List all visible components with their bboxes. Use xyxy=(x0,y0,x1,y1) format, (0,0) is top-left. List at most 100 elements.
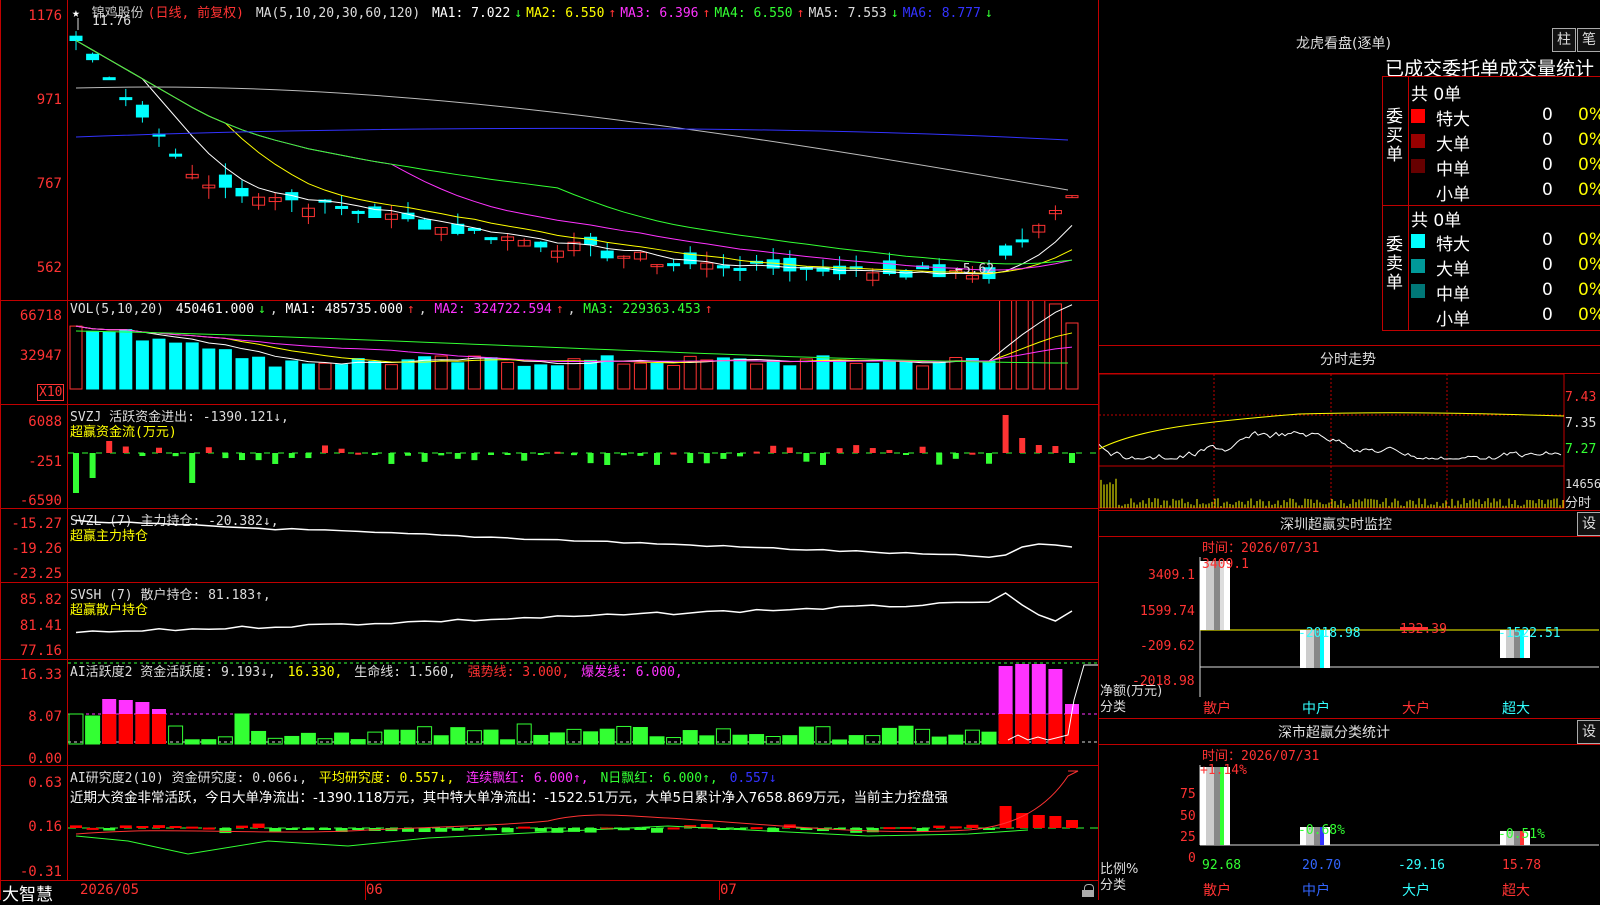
volume-bar xyxy=(783,365,797,390)
brand-logo: 大智慧 xyxy=(2,885,53,905)
buy-swatch-2 xyxy=(1411,134,1425,148)
ma30-line xyxy=(75,40,1073,265)
svzj-bar xyxy=(1035,445,1042,453)
date-tick-1 xyxy=(365,881,366,900)
ai2-bar xyxy=(119,825,132,828)
svzj-bar xyxy=(288,453,295,458)
date-label-1: 2026/05 xyxy=(80,882,140,898)
svzj-bar xyxy=(687,453,694,464)
bar-mode-button[interactable]: 柱 xyxy=(1552,28,1576,52)
monitor-settings-button[interactable]: 设 xyxy=(1577,512,1600,536)
ai2-red-line xyxy=(75,770,1079,835)
intraday-price-2: 7.35 xyxy=(1565,416,1597,431)
candle-body xyxy=(69,35,83,42)
svzl-ytick-1: -15.27 xyxy=(11,516,62,532)
svzj-bar xyxy=(969,452,976,455)
candle-body xyxy=(169,153,183,157)
ai2-bar xyxy=(202,827,215,830)
svzj-bar xyxy=(571,453,577,456)
svsh-ytick-2: 81.41 xyxy=(19,618,62,634)
volume-bar xyxy=(484,357,498,390)
sell-pct-1: 0% xyxy=(1578,230,1600,250)
sell-swatch-1 xyxy=(1411,234,1425,248)
volume-bar xyxy=(899,360,913,390)
tick-mode-button[interactable]: 笔 xyxy=(1577,28,1600,52)
buy-pct-2: 0% xyxy=(1578,130,1600,150)
class-value-2: 20.70 xyxy=(1302,858,1342,873)
svzj-chart[interactable] xyxy=(68,405,1098,508)
candle-body xyxy=(534,241,548,248)
buy-swatch-1 xyxy=(1411,109,1425,123)
ai1-bar xyxy=(881,727,897,745)
ai1-ytick-2: 8.07 xyxy=(28,709,62,725)
svzj-bar xyxy=(670,452,677,455)
ai1-bar-bottom xyxy=(1031,714,1046,744)
ai2-bar xyxy=(86,827,99,830)
ai2-bar xyxy=(1049,816,1062,828)
class-ytick-2: 50 xyxy=(1180,809,1196,824)
class-chart[interactable] xyxy=(1099,745,1599,900)
class-value-4: 15.78 xyxy=(1502,858,1542,873)
svzl-chart[interactable] xyxy=(68,509,1098,582)
buy-name-3: 中单 xyxy=(1436,160,1470,180)
ai2-bar xyxy=(501,828,514,833)
svzj-bar xyxy=(521,453,528,461)
class-cat-4: 超大 xyxy=(1502,883,1530,899)
class-xlabel: 分类 xyxy=(1100,878,1127,893)
svzj-bar xyxy=(338,448,345,453)
volume-bar xyxy=(335,364,349,390)
monitor-cat-1: 散户 xyxy=(1203,701,1231,717)
buy-name-2: 大单 xyxy=(1436,135,1470,155)
ai2-bar xyxy=(1032,815,1045,828)
svzj-bar xyxy=(786,447,793,453)
svzj-bar xyxy=(637,453,644,456)
ai1-bar xyxy=(483,729,499,745)
ai1-bar-bottom xyxy=(118,714,133,744)
ai1-bar xyxy=(201,739,217,745)
kline-ytick-2: 971 xyxy=(36,92,62,108)
svzj-bar xyxy=(1002,415,1009,453)
ai2-bar xyxy=(136,825,149,828)
volume-bar xyxy=(401,359,415,390)
svzj-bar xyxy=(952,453,959,459)
svzj-bar xyxy=(1069,453,1075,463)
kline-ytick-4: 562 xyxy=(36,260,62,276)
candle-body xyxy=(484,237,498,241)
ai1-bar xyxy=(583,731,599,745)
volume-bar xyxy=(285,360,299,390)
svzj-bar xyxy=(189,453,196,483)
svzj-bar xyxy=(89,453,96,478)
volume-bar xyxy=(766,359,780,390)
ai1-bar xyxy=(981,731,997,745)
ai-research-chart[interactable] xyxy=(68,766,1098,880)
ai2-bar xyxy=(667,827,680,830)
volume-bar xyxy=(550,365,564,390)
svzj-bar xyxy=(836,448,843,453)
volume-bar xyxy=(650,363,664,390)
class-settings-button[interactable]: 设 xyxy=(1577,720,1600,744)
volume-bar xyxy=(1032,301,1046,390)
volume-chart[interactable] xyxy=(68,301,1098,404)
volume-bar xyxy=(1015,301,1029,390)
ai1-bar-bottom xyxy=(135,714,150,744)
candle-body xyxy=(716,265,730,269)
kline-chart[interactable] xyxy=(68,0,1098,300)
svzj-ytick-2: -251 xyxy=(28,454,62,470)
ai2-bar xyxy=(468,828,481,830)
volume-bar xyxy=(700,359,714,390)
ai1-bar xyxy=(450,727,466,745)
class-value-1: 92.68 xyxy=(1202,858,1242,873)
ai1-bar xyxy=(400,729,416,745)
svsh-chart[interactable] xyxy=(68,583,1098,659)
sell-total: 共 0单 xyxy=(1411,211,1462,231)
volume-bar xyxy=(750,363,764,390)
intraday-vol-unit: 分时 xyxy=(1565,496,1592,511)
ai2-bar xyxy=(252,823,265,828)
ai-activity-chart[interactable] xyxy=(68,660,1098,765)
svzj-bar xyxy=(438,453,445,456)
intraday-chart[interactable] xyxy=(1099,374,1565,509)
ai1-bar-bottom xyxy=(1065,714,1079,744)
buy-pct-4: 0% xyxy=(1578,180,1600,200)
sell-count-4: 0 xyxy=(1542,305,1553,325)
volume-bar xyxy=(799,358,813,390)
